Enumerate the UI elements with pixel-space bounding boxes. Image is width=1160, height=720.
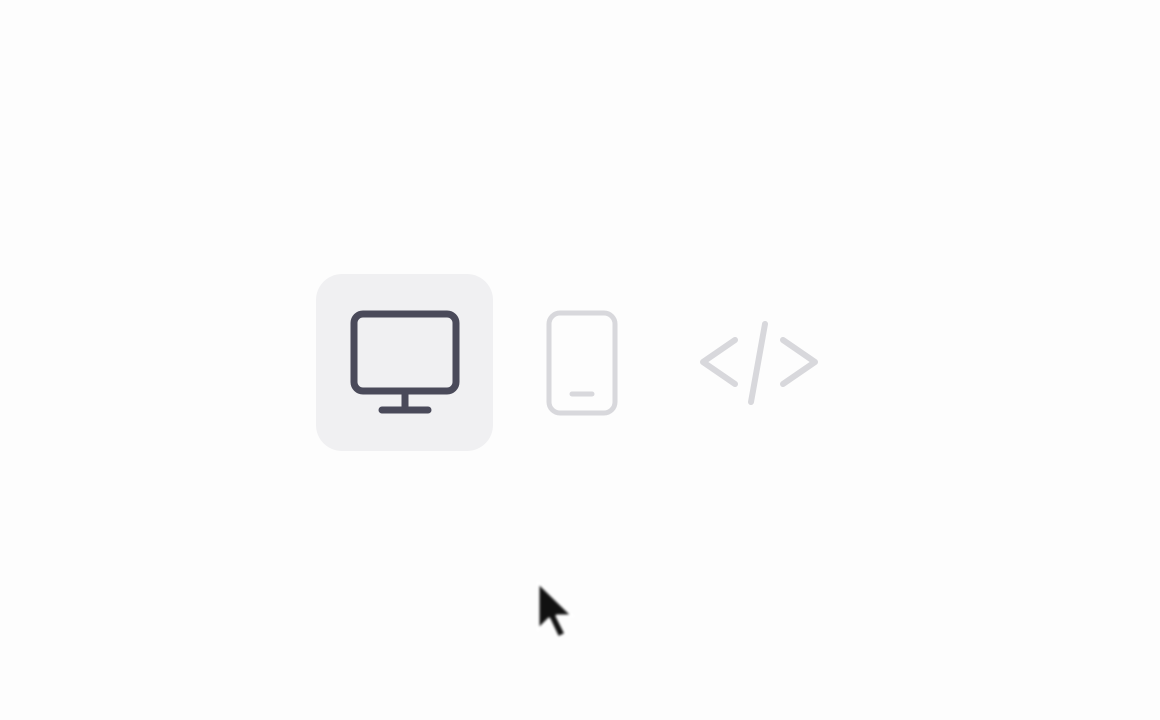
mobile-view-button[interactable] (493, 274, 670, 451)
monitor-icon (350, 310, 459, 413)
code-icon (699, 320, 818, 405)
desktop-view-button[interactable] (316, 274, 493, 451)
view-mode-toggle (316, 274, 847, 451)
code-view-button[interactable] (670, 274, 847, 451)
phone-icon (546, 310, 617, 415)
mouse-pointer-icon (532, 578, 582, 649)
canvas (0, 0, 1160, 720)
